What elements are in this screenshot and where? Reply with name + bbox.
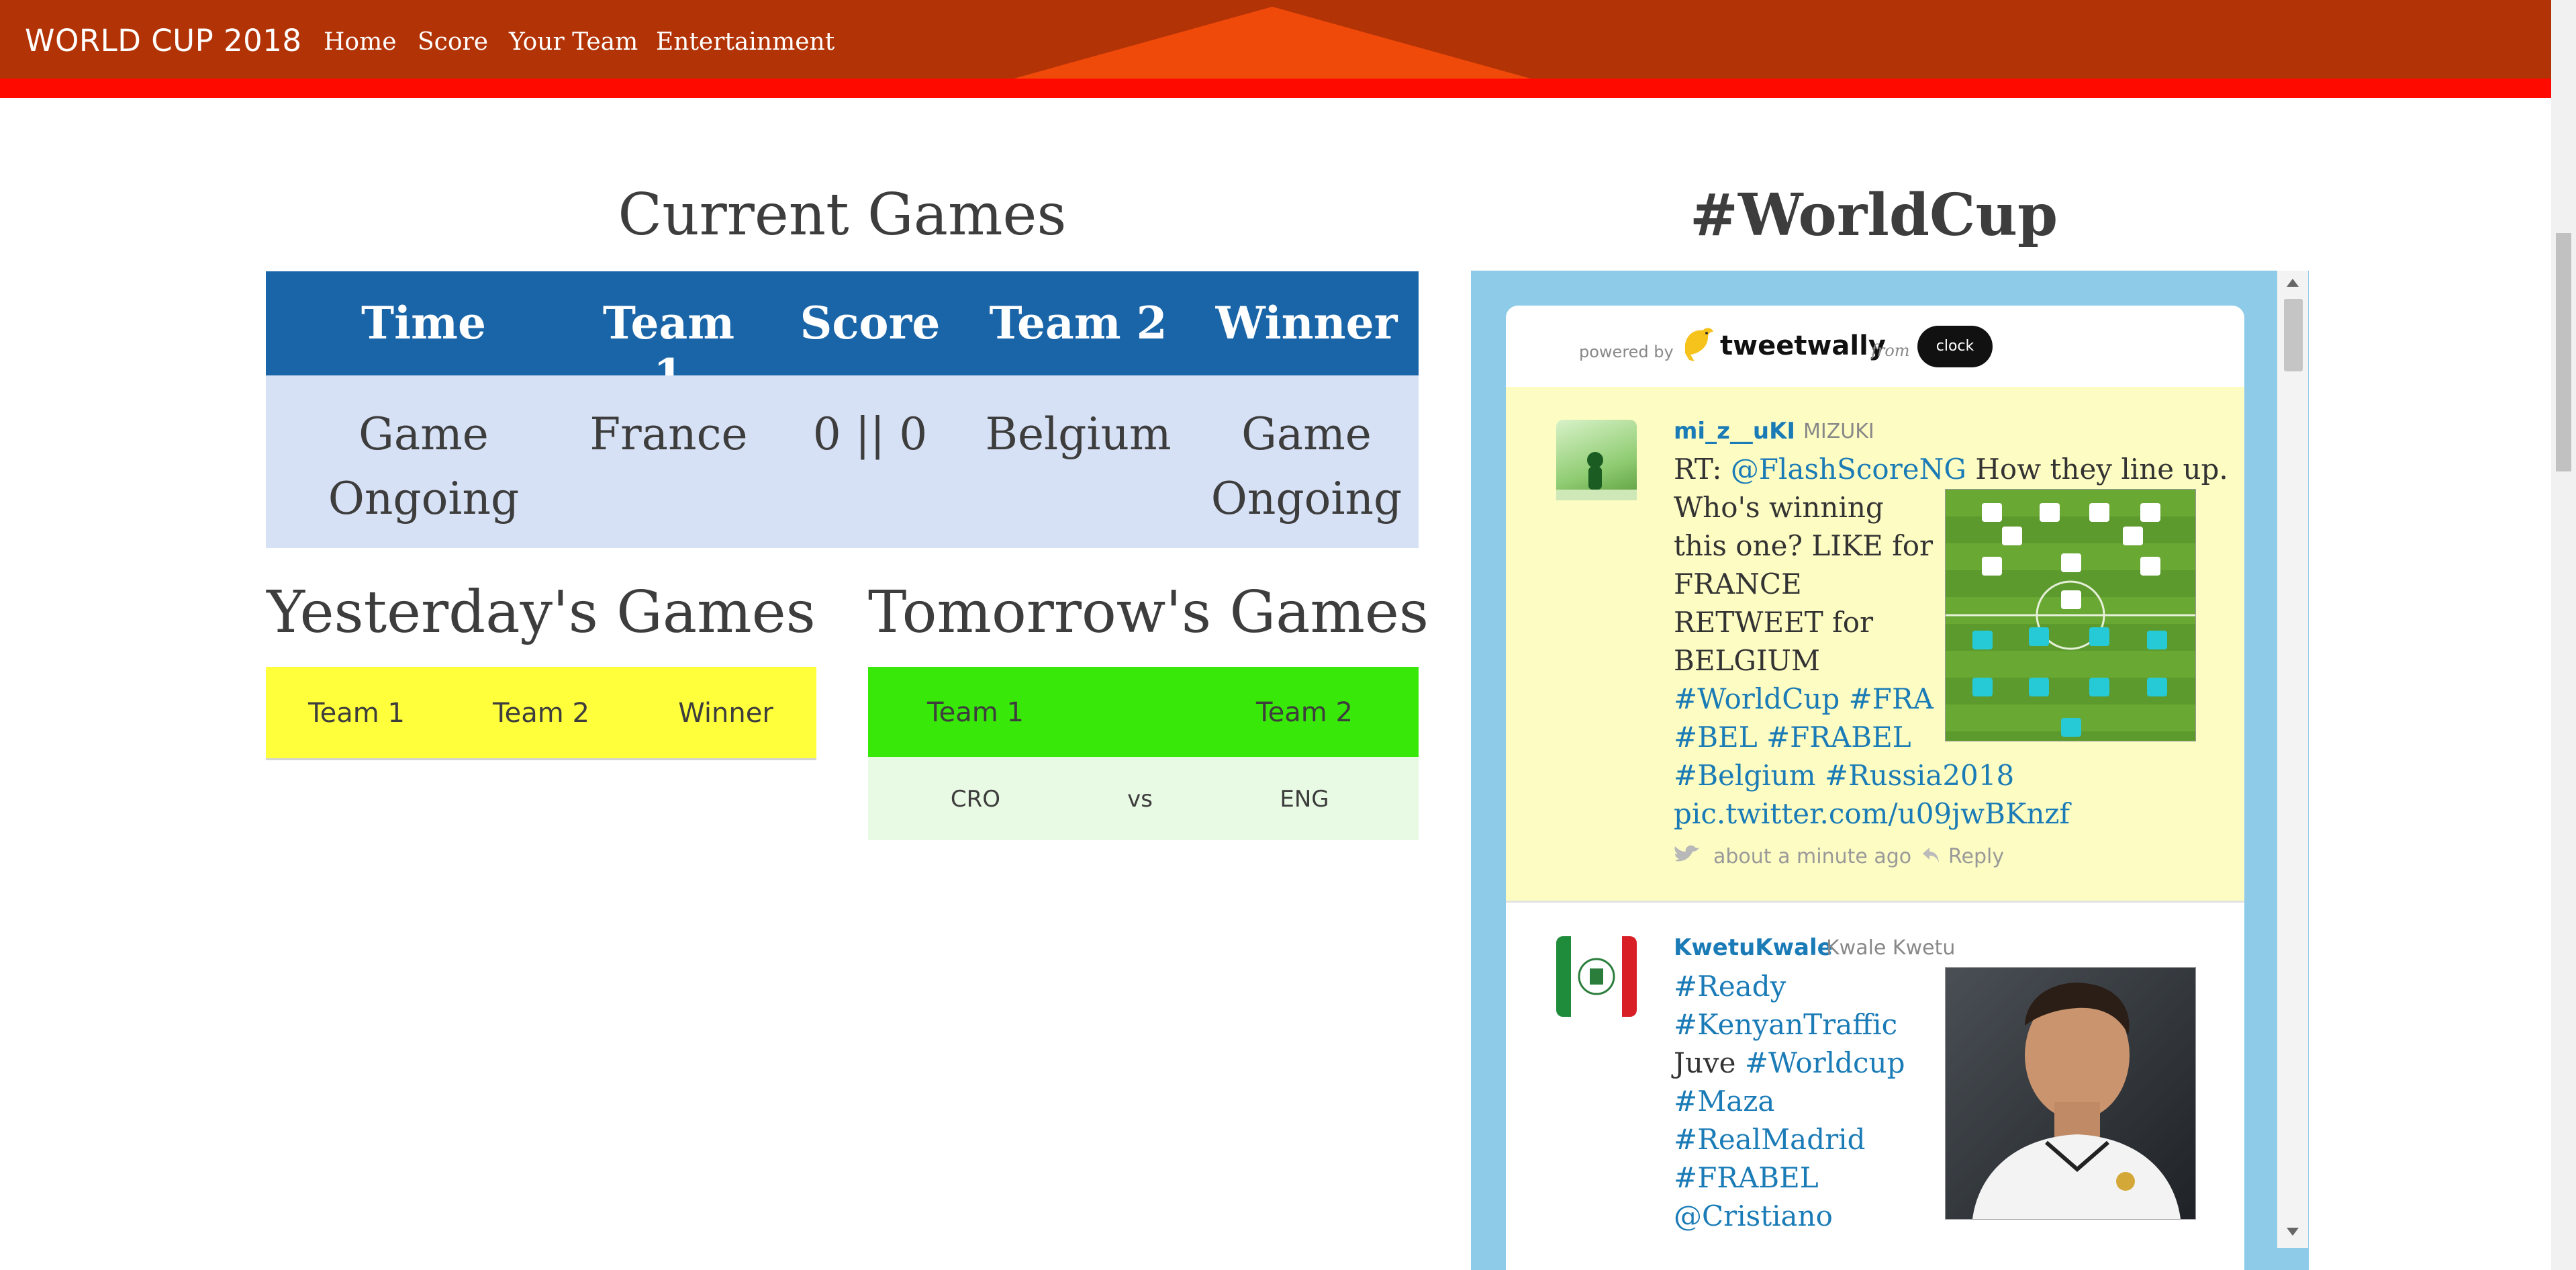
tweet-text-segment: RT:	[1674, 453, 1731, 486]
yesterday-header-team2: Team 2	[493, 698, 589, 729]
header-time: Time	[361, 297, 486, 349]
current-games-header-row: Time Team 1 Score Team 2 Winner	[266, 271, 1419, 402]
header-winner: Winner	[1215, 297, 1398, 349]
tweet-hashtag-link[interactable]: #RealMadrid	[1674, 1120, 1956, 1159]
tweet-player-photo[interactable]	[1945, 967, 2196, 1220]
widget-scroll-thumb[interactable]	[2284, 299, 2303, 371]
tweet-text: #Ready #KenyanTraffic Juve #Worldcup #Ma…	[1674, 967, 1956, 1235]
yesterday-header-team1: Team 1	[308, 698, 405, 729]
tweet-display-name: Kwale Kwetu	[1826, 936, 1956, 960]
nav-link-score[interactable]: Score	[418, 28, 488, 56]
tweet-hashtag-link[interactable]: #Worldcup	[1745, 1046, 1905, 1079]
navbar-decoration-triangle	[1014, 7, 1531, 79]
header-score: Score	[800, 297, 941, 349]
cell-winner: Game Ongoing	[1206, 402, 1407, 531]
tweet-avatar[interactable]	[1556, 936, 1637, 1017]
from-label: from	[1871, 341, 1910, 360]
tweet-username[interactable]: mi_z__uKI	[1674, 418, 1795, 445]
powered-by-label: powered by	[1579, 343, 1674, 361]
cell-team2: Belgium	[985, 408, 1172, 460]
tweet-hashtag-link[interactable]: #KenyanTraffic	[1674, 1005, 1956, 1044]
tweet-username[interactable]: KwetuKwale	[1674, 934, 1833, 961]
tweet-pic-link[interactable]: pic.twitter.com/u09jwBKnzf	[1674, 795, 2251, 833]
tweetwally-logo[interactable]: tweetwally	[1720, 330, 1886, 361]
tweet-hashtag-link[interactable]: #Ready	[1674, 967, 1956, 1005]
tweet-hashtag-link[interactable]: #FRABEL	[1674, 1159, 1956, 1197]
tweet-avatar[interactable]	[1556, 420, 1637, 500]
cell-time: Game Ongoing	[299, 402, 548, 531]
top-navbar: WORLD CUP 2018 Home Score Your Team Ente…	[0, 0, 2551, 79]
nav-link-your-team[interactable]: Your Team	[509, 28, 638, 56]
page-scrollbar[interactable]	[2551, 0, 2576, 1270]
nav-link-entertainment[interactable]: Entertainment	[656, 28, 834, 56]
brand-title[interactable]: WORLD CUP 2018	[25, 23, 302, 58]
tweet-display-name: MIZUKI	[1803, 420, 1874, 443]
tomorrow-match-row: CRO vs ENG	[868, 757, 1419, 840]
tweet-lineup-image[interactable]	[1945, 489, 2196, 741]
cell-team1: France	[589, 408, 748, 460]
widget-scroll-down-icon[interactable]	[2287, 1228, 2299, 1236]
tomorrow-header-row: Team 1 Team 2	[868, 667, 1419, 757]
reply-button[interactable]: Reply	[1948, 845, 2004, 868]
cell-winner-line1: Game	[1241, 408, 1372, 460]
widget-scrollbar[interactable]	[2277, 271, 2308, 1248]
twitter-bird-icon	[1674, 845, 1699, 862]
tomorrow-vs: vs	[1127, 786, 1153, 813]
tweet-hashtag-link[interactable]: #Maza	[1674, 1082, 1956, 1120]
page-scroll-thumb[interactable]	[2556, 233, 2571, 471]
tweet-text-segment: How they line up.	[1966, 453, 2228, 486]
cell-winner-line2: Ongoing	[1210, 473, 1402, 525]
tomorrow-header-team1: Team 1	[927, 697, 1024, 728]
cell-time-line1: Game	[359, 408, 489, 460]
current-games-title: Current Games	[618, 181, 1067, 248]
widget-scroll-up-icon[interactable]	[2287, 279, 2299, 287]
tomorrow-team1: CRO	[950, 786, 1001, 813]
reply-icon[interactable]	[1921, 845, 1940, 865]
avatar-figure-icon	[1556, 452, 1637, 500]
header-team2: Team 2	[989, 297, 1167, 349]
nav-link-home[interactable]: Home	[324, 28, 397, 56]
yesterday-header-row: Team 1 Team 2 Winner	[266, 667, 816, 760]
tweet-mention-link[interactable]: @FlashScoreNG	[1731, 453, 1966, 486]
navbar-underline	[0, 79, 2551, 98]
tweet-mention-link[interactable]: @Cristiano	[1674, 1197, 1956, 1235]
current-games-row: Game Ongoing France 0 || 0 Belgium Game …	[266, 375, 1419, 548]
worldcup-hashtag-title: #WorldCup	[1689, 181, 2058, 249]
tweet-text-segment: Juve	[1674, 1046, 1745, 1079]
yesterday-games-title: Yesterday's Games	[267, 579, 816, 646]
tomorrow-header-team2: Team 2	[1256, 697, 1353, 728]
tomorrow-games-title: Tomorrow's Games	[868, 579, 1429, 646]
cell-time-line2: Ongoing	[328, 473, 520, 525]
tweet-hashtag-link[interactable]: #Belgium #Russia2018	[1674, 756, 2251, 795]
cell-score: 0 || 0	[812, 408, 928, 460]
tomorrow-team2: ENG	[1280, 786, 1329, 813]
tweetwally-bird-icon	[1684, 328, 1713, 361]
yesterday-header-winner: Winner	[678, 698, 773, 729]
tweet-timestamp[interactable]: about a minute ago	[1713, 845, 1911, 868]
clockwork-logo[interactable]: clock work	[1917, 326, 1993, 396]
